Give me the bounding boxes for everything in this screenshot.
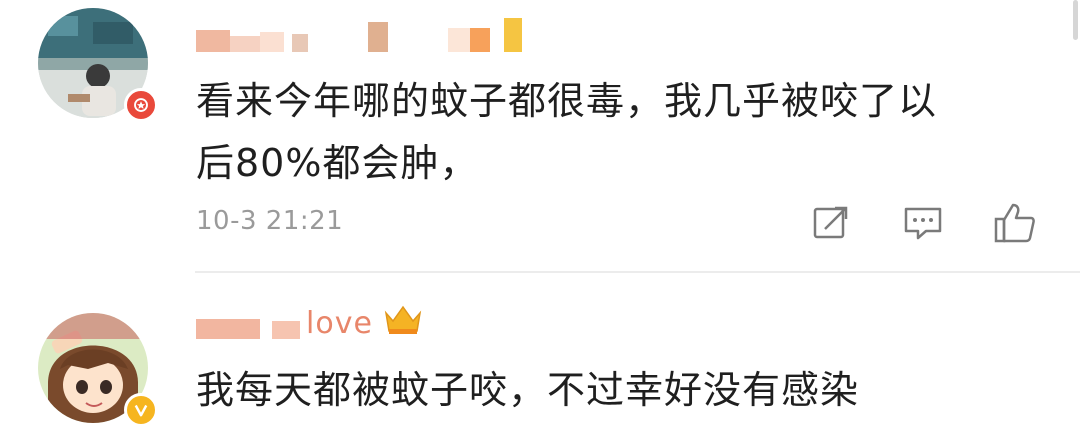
- username[interactable]: love: [196, 303, 423, 339]
- comment-text-line: 后80%都会肿，: [196, 141, 479, 185]
- red-star-badge-icon: [124, 88, 158, 122]
- username-pixelated: [230, 36, 260, 52]
- comment-item: love 我每天都被蚊子咬，不过幸好没有感染: [0, 273, 1080, 435]
- username-pixelated: [308, 51, 368, 52]
- reply-icon: [904, 207, 942, 240]
- reply-button[interactable]: [900, 200, 946, 246]
- like-button[interactable]: [992, 200, 1038, 246]
- comment-item: 看来今年哪的蚊子都很毒，我几乎被咬了以 后80%都会肿， 10-3 21:21: [0, 0, 1080, 272]
- username-pixelated: [368, 22, 388, 52]
- username-pixelated: [196, 319, 260, 339]
- like-icon: [994, 203, 1035, 243]
- username-pixelated: [292, 34, 308, 52]
- username-pixelated: [448, 28, 470, 52]
- username-pixelated: [196, 30, 230, 52]
- username-pixelated: [260, 32, 284, 52]
- username-pixelated: [470, 28, 490, 52]
- crown-icon: [383, 303, 423, 339]
- comment-text-line: 看来今年哪的蚊子都很毒，我几乎被咬了以: [196, 79, 938, 123]
- username-text: love: [306, 306, 373, 341]
- share-button[interactable]: [808, 200, 854, 246]
- username-pixelated: [272, 321, 300, 339]
- username-pixelated: [504, 18, 522, 52]
- timestamp: 10-3 21:21: [196, 206, 344, 236]
- username-pixelated: [490, 40, 504, 52]
- gold-v-badge-icon: [124, 393, 158, 427]
- username[interactable]: [196, 16, 522, 52]
- comment-text-line: 我每天都被蚊子咬，不过幸好没有感染: [196, 368, 860, 412]
- comment-text: 我每天都被蚊子咬，不过幸好没有感染: [196, 359, 1026, 421]
- share-icon: [813, 206, 848, 239]
- comment-text: 看来今年哪的蚊子都很毒，我几乎被咬了以 后80%都会肿，: [196, 70, 1026, 194]
- username-pixelated: [388, 51, 448, 52]
